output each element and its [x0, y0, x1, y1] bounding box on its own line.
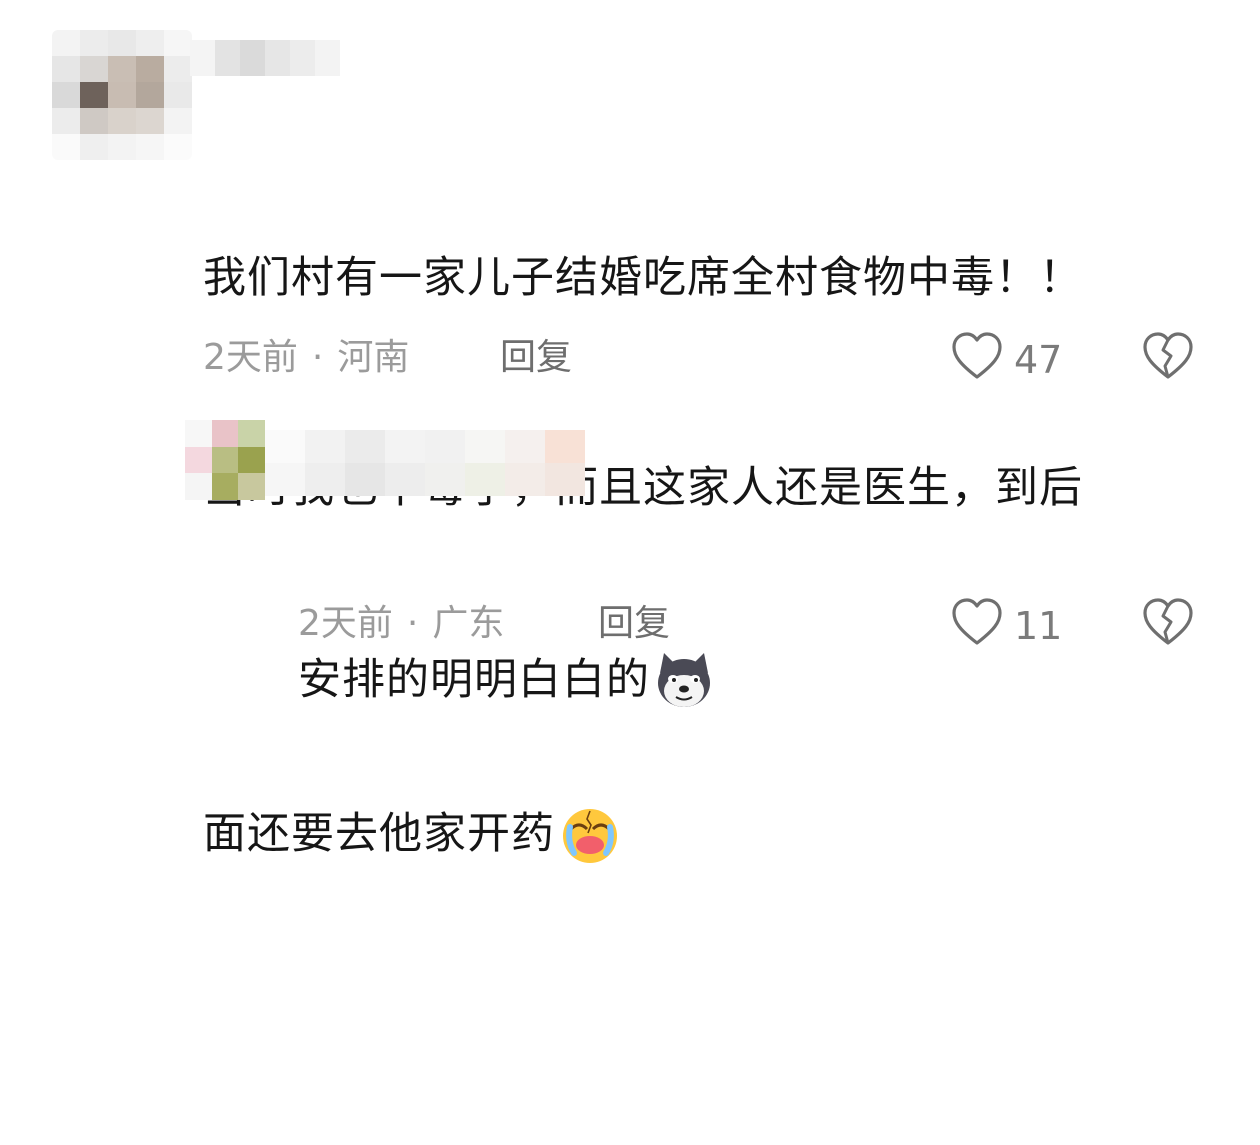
comment-text-line: 我们村有一家儿子结婚吃席全村食物中毒！！	[203, 253, 1083, 303]
avatar[interactable]	[185, 420, 265, 500]
reply-button[interactable]: 回复	[500, 336, 572, 380]
heart-icon	[952, 332, 1002, 379]
like-button[interactable]	[950, 330, 1004, 382]
like-count: 47	[1014, 338, 1063, 382]
comment-time: 2天前	[298, 603, 393, 644]
avatar[interactable]	[52, 30, 192, 160]
broken-heart-icon	[1143, 332, 1193, 379]
username[interactable]	[265, 430, 585, 496]
comment-text: 安排的明明白白的	[298, 509, 740, 851]
comment-location: 广东	[432, 603, 505, 644]
dislike-button[interactable]	[1140, 330, 1196, 382]
like-count: 11	[1014, 604, 1063, 648]
comment-meta: 2天前 · 河南	[203, 336, 409, 380]
comment-location: 河南	[337, 337, 410, 378]
dislike-button[interactable]	[1140, 596, 1196, 648]
comment-text-line: 安排的明明白白的	[298, 655, 650, 705]
comment-meta: 2天前 · 广东	[298, 602, 504, 646]
reply-button[interactable]: 回复	[598, 602, 670, 646]
meta-separator: ·	[406, 603, 419, 644]
comment-time: 2天前	[203, 337, 298, 378]
doge-icon	[652, 509, 740, 851]
broken-heart-icon	[1143, 598, 1193, 645]
meta-separator: ·	[311, 337, 324, 378]
heart-icon	[952, 598, 1002, 645]
like-button[interactable]	[950, 596, 1004, 648]
username[interactable]	[190, 40, 340, 76]
